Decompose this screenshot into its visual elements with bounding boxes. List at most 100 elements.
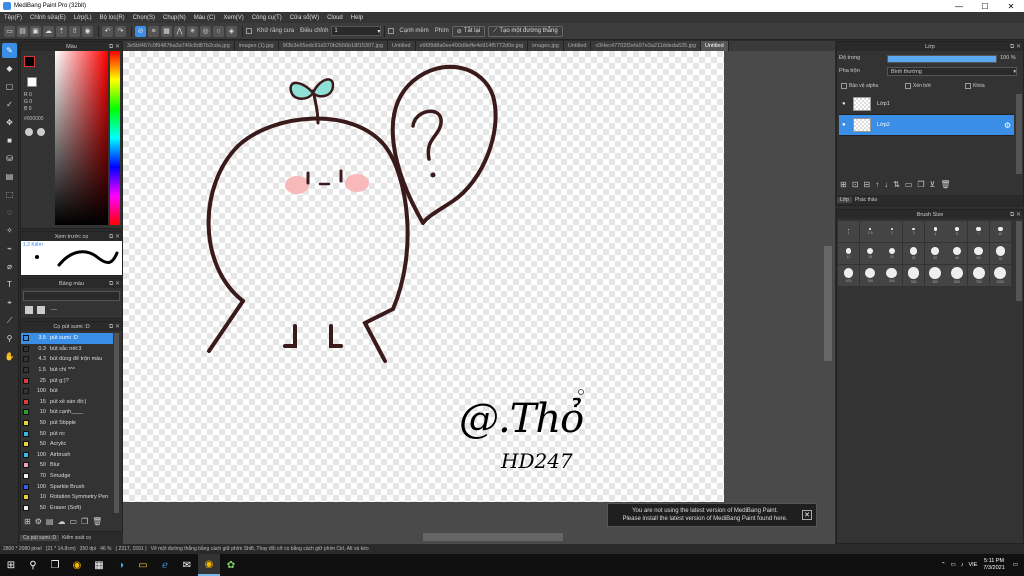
medibang-icon[interactable]: ✿ <box>220 554 242 576</box>
layer-menu-icon[interactable]: ⇅ <box>893 180 900 189</box>
brush-item[interactable]: 70 Smudge <box>21 471 113 482</box>
snap-off-button[interactable]: ⊘ Tắt lại <box>451 25 486 37</box>
bucket-tool-icon[interactable]: ⛁ <box>2 151 17 166</box>
brush-size-cell[interactable]: 20 <box>881 243 903 264</box>
brush-size-cell[interactable]: 1000 <box>989 265 1011 286</box>
brush-item[interactable]: 50 Acrylic <box>21 439 113 450</box>
chrome-icon[interactable]: ◉ <box>66 554 88 576</box>
update-notification[interactable]: You are not using the latest version of … <box>607 503 817 527</box>
open-folder-icon[interactable]: ▤ <box>17 25 28 37</box>
doc-tab[interactable]: 9f3b3e65edc91d270b2666b18f15307.jpg <box>279 41 388 51</box>
eyedropper-icon[interactable] <box>37 128 45 136</box>
snap-circle-icon[interactable]: ◎ <box>200 25 211 37</box>
select-eraser-tool-icon[interactable]: ⌀ <box>2 259 17 274</box>
hue-slider[interactable] <box>110 51 120 225</box>
snap-curve-icon[interactable]: ○ <box>213 25 224 37</box>
menu-snap[interactable]: Chụp(N) <box>163 15 186 21</box>
layer-row-1[interactable]: ● Lớp1 <box>839 94 1014 115</box>
layer-up-icon[interactable]: ↑ <box>875 180 879 189</box>
panel-close-icon[interactable]: ⧉ ✕ <box>109 43 120 51</box>
fill-rect-tool-icon[interactable]: ■ <box>2 133 17 148</box>
correction-select[interactable]: 1 ▾ <box>331 26 382 36</box>
doc-tab[interactable]: images.jpg <box>528 41 564 51</box>
clock[interactable]: 5:11 PM 7/3/2021 <box>983 558 1004 572</box>
merge-layer-icon[interactable]: ⊻ <box>930 180 936 189</box>
duplicate-layer-icon[interactable]: ❐ <box>917 180 924 189</box>
protect-alpha-option[interactable]: Bảo vệ alpha <box>841 83 878 89</box>
brush-size-cell[interactable]: 10 <box>989 221 1011 242</box>
chrome-active-icon[interactable]: ◉ <box>198 554 220 576</box>
snap-3d-icon[interactable]: ◈ <box>226 25 237 37</box>
select-tool-icon[interactable]: ⬚ <box>2 187 17 202</box>
create-line-button[interactable]: ⟋ Tạo một đường thẳng <box>488 25 563 37</box>
check-tool-icon[interactable]: ✓ <box>2 97 17 112</box>
brush-item[interactable]: 50 Eraser (Soft) <box>21 503 113 514</box>
divide-tool-icon[interactable]: ⟋ <box>2 313 17 328</box>
lasso-tool-icon[interactable]: ◌ <box>2 205 17 220</box>
brush-item[interactable]: 50 pút nc <box>21 428 113 439</box>
brush-settings-icon[interactable]: ⚙ <box>35 517 42 526</box>
brush-item[interactable]: 4.3 bút dùng để trộn màu <box>21 354 113 365</box>
brush-item[interactable]: 100 Airbrush <box>21 450 113 461</box>
canvas-vertical-scrollbar[interactable] <box>824 246 832 361</box>
soft-edge-checkbox[interactable] <box>388 28 395 34</box>
task-view-icon[interactable]: ❐ <box>44 554 66 576</box>
magic-wand-tool-icon[interactable]: ✧ <box>2 223 17 238</box>
brush-size-cell[interactable]: 12 <box>838 243 859 264</box>
text-tool-icon[interactable]: T <box>2 277 17 292</box>
lock-option[interactable]: Khóa <box>965 83 985 89</box>
brush-size-cell[interactable]: 500 <box>946 265 968 286</box>
menu-help[interactable]: Help <box>351 15 363 21</box>
delete-brush-icon[interactable]: 🗑 <box>92 517 102 526</box>
brush-cloud-icon[interactable]: ☁ <box>57 517 65 526</box>
brush-size-cell[interactable]: 400 <box>924 265 946 286</box>
brush-menu-icon[interactable]: ▤ <box>46 517 54 526</box>
foreground-color-swatch[interactable] <box>24 56 35 67</box>
menu-edit[interactable]: Chỉnh sửa(E) <box>30 15 66 21</box>
maximize-button[interactable]: ☐ <box>972 0 998 12</box>
palette-icon[interactable] <box>25 128 33 136</box>
brush-size-cell[interactable]: 15 <box>859 243 881 264</box>
add-halftone-layer-icon[interactable]: ⊡ <box>852 180 859 189</box>
brush-size-cell[interactable]: 70 <box>989 243 1011 264</box>
brush-item[interactable]: 0.3 bút sắc nét:3 <box>21 344 113 355</box>
tab-sketch[interactable]: Phác thảo <box>852 197 881 203</box>
panel-close-icon[interactable]: ⧉ ✕ <box>109 280 120 288</box>
brush-item[interactable]: 15 pút xề sàn đồ:) <box>21 397 113 408</box>
background-color-swatch[interactable] <box>27 77 37 87</box>
gradient-tool-icon[interactable]: ▤ <box>2 169 17 184</box>
eye-icon[interactable]: ● <box>842 122 846 128</box>
store-icon[interactable]: ▦ <box>88 554 110 576</box>
menu-cloud[interactable]: Cloud <box>327 15 343 21</box>
gear-icon[interactable]: ⚙ <box>1004 121 1011 130</box>
cloud-icon[interactable]: ☁ <box>43 25 54 37</box>
brush-size-cell[interactable]: 4 <box>924 221 946 242</box>
eyedropper-tool-icon[interactable]: ⚲ <box>2 331 17 346</box>
new-file-icon[interactable]: ▭ <box>4 25 15 37</box>
close-button[interactable]: ✕ <box>998 0 1024 12</box>
doc-tab[interactable]: 3e5bf467c0f9487ba3a749c8d87b2cda.jpg <box>123 41 235 51</box>
save-icon[interactable]: ▣ <box>30 25 41 37</box>
blend-select[interactable]: Bình thường ▾ <box>887 67 1017 76</box>
opacity-slider[interactable] <box>887 55 997 63</box>
doc-tab[interactable]: Untitled <box>701 41 729 51</box>
brush-size-cell[interactable]: 25 <box>903 243 925 264</box>
brush-size-cell[interactable]: 1.5 <box>859 221 881 242</box>
brush-size-cell[interactable]: 1 <box>838 221 859 242</box>
mail-icon[interactable]: ✉ <box>176 554 198 576</box>
add-brush-icon[interactable]: ⊞ <box>24 517 31 526</box>
add-1bit-layer-icon[interactable]: ⊟ <box>863 180 870 189</box>
brush-tool-icon[interactable]: ✎ <box>2 43 17 58</box>
hand-tool-icon[interactable]: ✋ <box>2 349 17 364</box>
minimize-button[interactable]: — <box>946 0 972 12</box>
snap-parallel-icon[interactable]: ≡ <box>148 25 159 37</box>
delete-layer-icon[interactable]: 🗑 <box>940 180 950 189</box>
layer-down-icon[interactable]: ↓ <box>884 180 888 189</box>
tab-layer[interactable]: Lớp <box>837 197 852 203</box>
brush-size-cell[interactable]: 150 <box>859 265 881 286</box>
brush-item[interactable]: 25 pút g:)? <box>21 375 113 386</box>
brush-size-cell[interactable]: 50 <box>968 243 990 264</box>
operation-tool-icon[interactable]: ⌖ <box>2 295 17 310</box>
network-icon[interactable]: ▭ <box>951 562 956 568</box>
menu-select[interactable]: Chọn(S) <box>133 15 155 21</box>
